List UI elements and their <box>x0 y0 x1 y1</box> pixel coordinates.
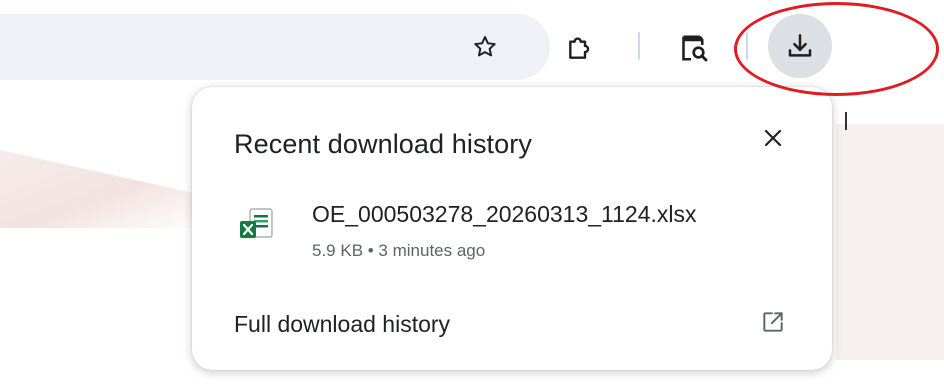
puzzle-icon <box>569 37 590 59</box>
download-icon <box>788 34 812 57</box>
open-in-new-icon <box>763 312 783 332</box>
excel-file-icon <box>238 205 276 245</box>
extensions-button[interactable] <box>560 26 602 68</box>
download-history-popup: Recent download history OE_000503278_202… <box>192 87 832 370</box>
full-download-history-link[interactable]: Full download history <box>234 311 450 338</box>
download-item[interactable]: OE_000503278_20260313_1124.xlsx 5.9 KB •… <box>228 197 788 267</box>
search-page-button[interactable] <box>672 26 716 70</box>
text-cursor-mark <box>845 112 847 130</box>
download-file-meta: 5.9 KB • 3 minutes ago <box>312 241 486 260</box>
toolbar-separator <box>638 32 640 60</box>
close-button[interactable] <box>758 123 788 153</box>
toolbar-separator <box>746 32 748 60</box>
download-file-name: OE_000503278_20260313_1124.xlsx <box>312 201 697 227</box>
close-icon <box>764 129 782 147</box>
downloads-button[interactable] <box>768 14 832 78</box>
browser-toolbar <box>0 0 944 96</box>
bookmark-star-button[interactable] <box>466 28 504 66</box>
popup-title: Recent download history <box>234 129 532 159</box>
star-outline-icon <box>474 36 496 57</box>
open-downloads-page-button[interactable] <box>758 307 788 337</box>
page-side-panel <box>836 124 944 360</box>
browser-window: Recent download history OE_000503278_202… <box>0 0 944 390</box>
page-search-icon <box>682 35 708 62</box>
